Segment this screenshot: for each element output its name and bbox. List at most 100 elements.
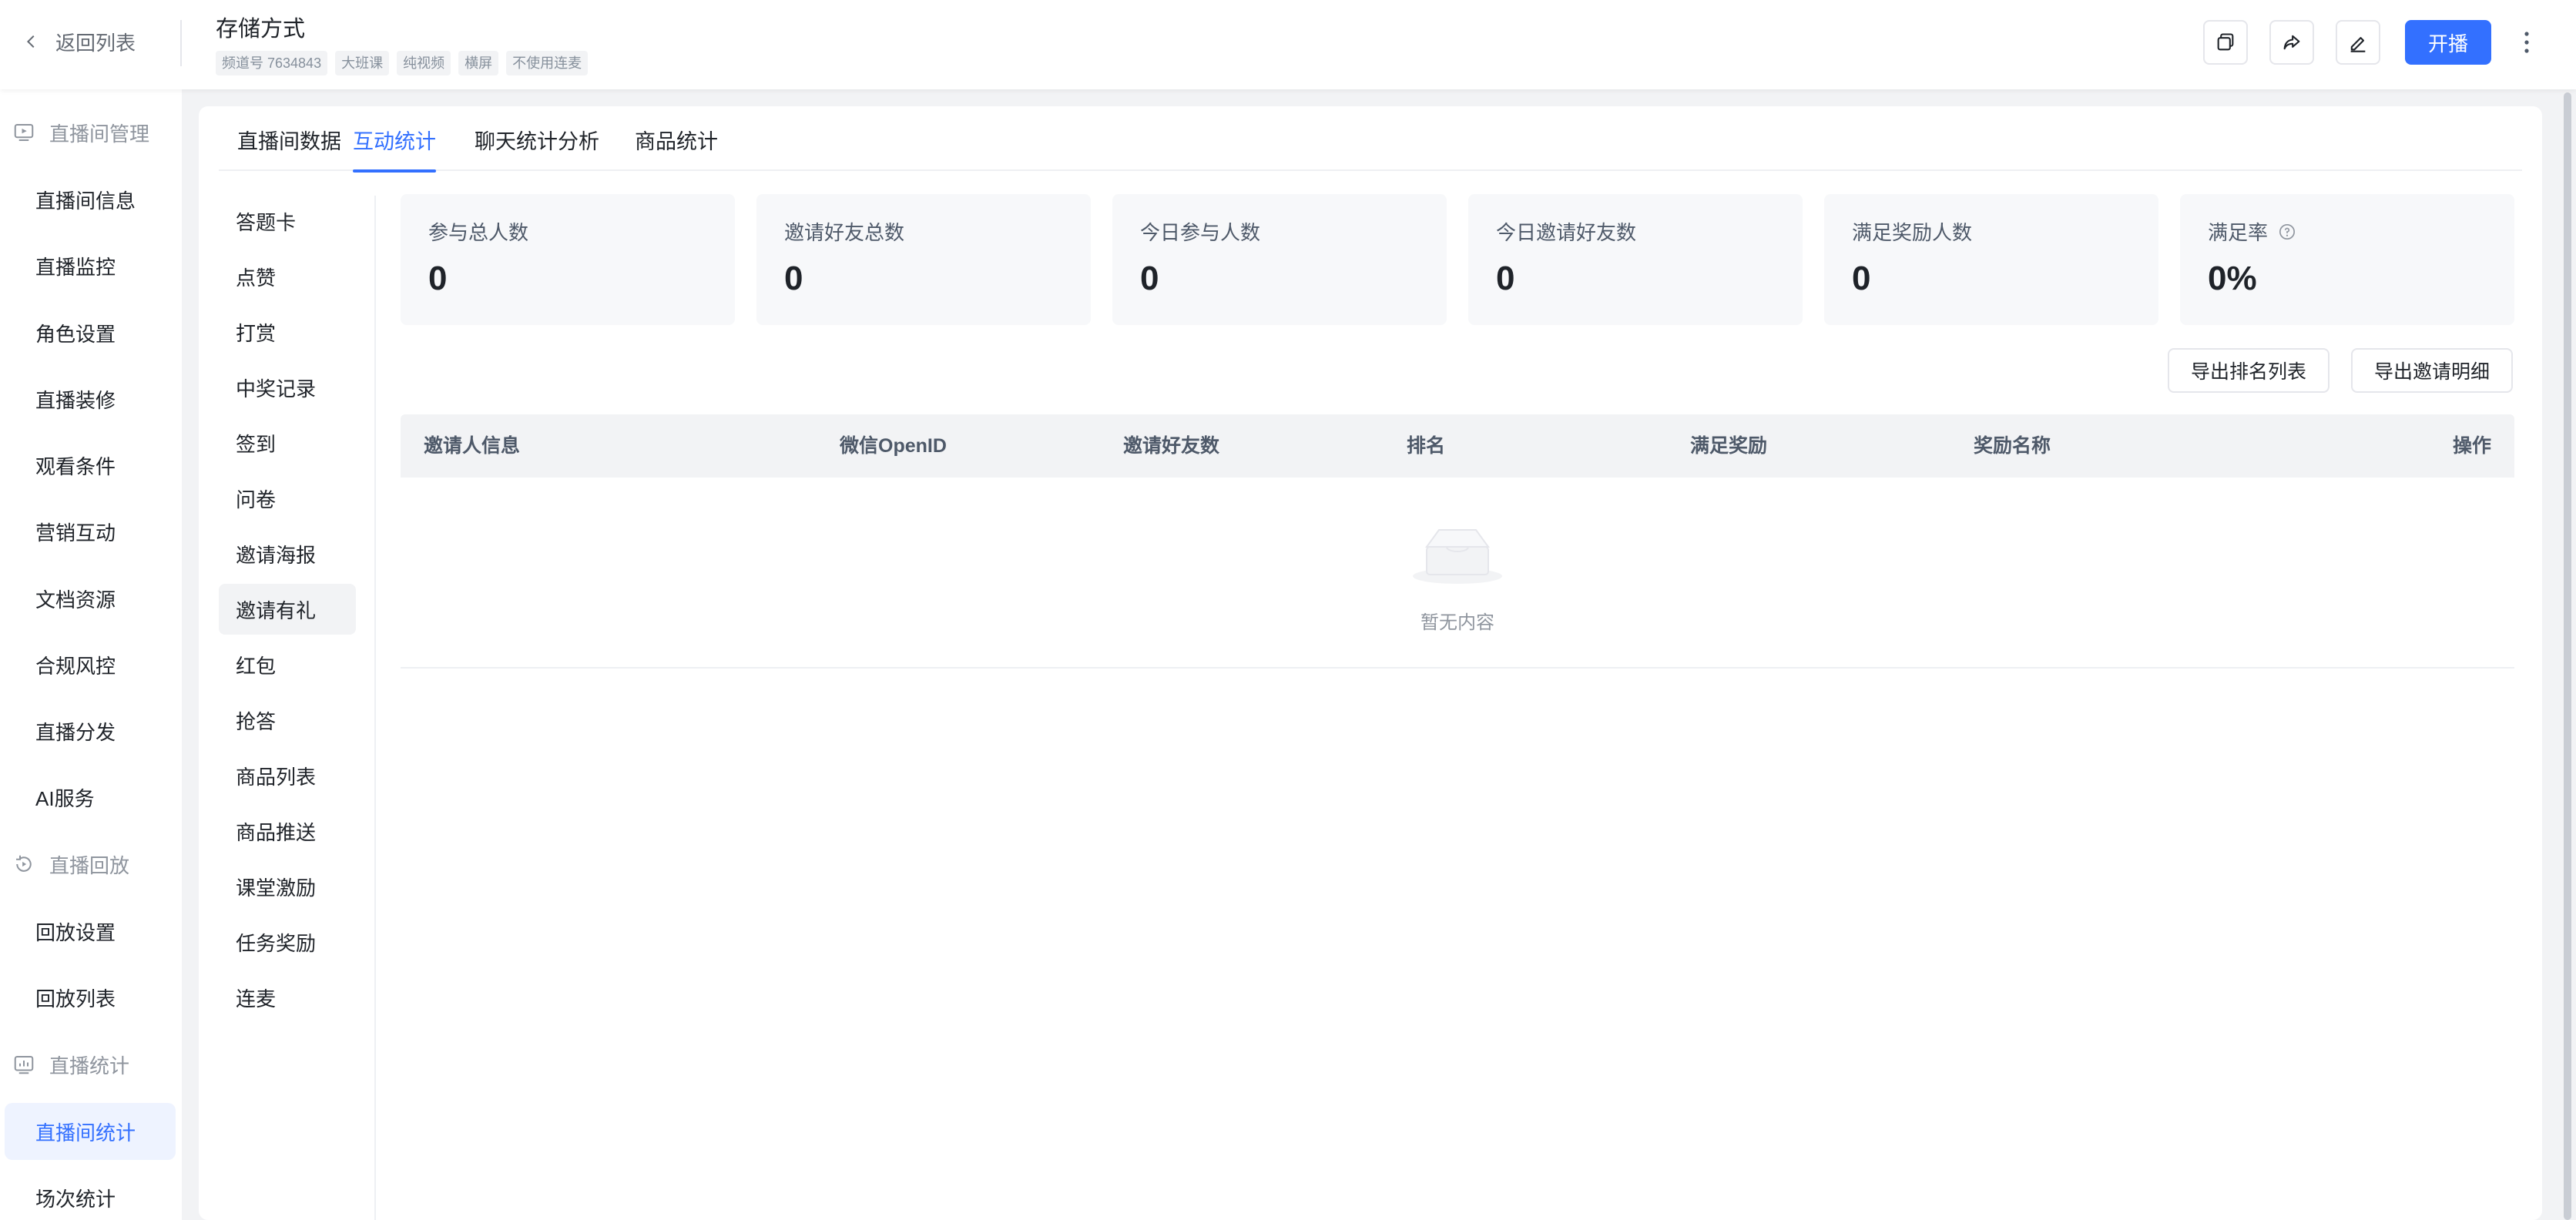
sidebar-item-monitor[interactable]: 直播监控 <box>0 237 176 294</box>
empty-text: 暂无内容 <box>1420 612 1494 633</box>
stat-label: 今日邀请好友数 <box>1496 221 1637 244</box>
tab-chat-analysis[interactable]: 聊天统计分析 <box>475 125 599 171</box>
tab-interaction-statistics[interactable]: 互动统计 <box>353 125 436 173</box>
table-header: 邀请人信息 微信OpenID 邀请好友数 排名 满足奖励 奖励名称 操作 <box>401 414 2514 478</box>
sidebar-item-replay-list[interactable]: 回放列表 <box>0 969 176 1026</box>
orientation-tag: 横屏 <box>458 51 499 75</box>
stat-label-with-help: 满足率 <box>2208 217 2487 246</box>
copy-button[interactable] <box>2202 20 2248 65</box>
channel-tags: 频道号 7634843 大班课 纯视频 横屏 不使用连麦 <box>216 51 589 75</box>
stat-label: 满足奖励人数 <box>1852 221 1973 244</box>
page-title: 存储方式 <box>216 17 306 42</box>
sidebar-item-session-statistics[interactable]: 场次统计 <box>0 1169 176 1220</box>
stat-value: 0 <box>1140 260 1159 297</box>
share-button[interactable] <box>2269 20 2314 65</box>
sub-item-class-incentive[interactable]: 课堂激励 <box>219 861 356 912</box>
sub-item-task-reward[interactable]: 任务奖励 <box>219 917 356 967</box>
mic-link-tag: 不使用连麦 <box>506 51 589 75</box>
start-live-button[interactable]: 开播 <box>2404 20 2491 65</box>
sub-item-product-push[interactable]: 商品推送 <box>219 806 356 856</box>
export-actions: 导出排名列表 导出邀请明细 <box>401 348 2514 393</box>
sidebar-item-marketing[interactable]: 营销互动 <box>0 503 176 560</box>
sub-item-reward[interactable]: 打赏 <box>219 307 356 357</box>
scene-tag: 大班课 <box>335 51 390 75</box>
stat-value: 0% <box>2208 260 2257 297</box>
sidebar-group-label: 直播统计 <box>49 1054 130 1078</box>
sub-item-product-list[interactable]: 商品列表 <box>219 750 356 801</box>
chevron-left-icon <box>26 35 35 49</box>
stat-card-today-participants: 今日参与人数 0 <box>1112 194 1447 325</box>
help-icon[interactable] <box>2279 223 2296 240</box>
sidebar-group-live-room: 直播间管理 <box>12 109 149 156</box>
sub-item-like[interactable]: 点赞 <box>219 251 356 302</box>
stat-value: 0 <box>1496 260 1515 297</box>
tab-room-data[interactable]: 直播间数据 <box>237 125 341 171</box>
edit-button[interactable] <box>2335 20 2380 65</box>
stat-label: 参与总人数 <box>428 221 529 244</box>
tab-product-statistics[interactable]: 商品统计 <box>635 125 718 171</box>
sub-item-red-packet[interactable]: 红包 <box>219 639 356 690</box>
stat-card-total-participants: 参与总人数 0 <box>401 194 735 325</box>
export-rank-list-button[interactable]: 导出排名列表 <box>2168 348 2330 393</box>
statistics-tabs: 直播间数据 互动统计 聊天统计分析 商品统计 <box>219 106 2522 173</box>
scrollbar-thumb[interactable] <box>2564 92 2571 1220</box>
stat-card-reward-qualified: 满足奖励人数 0 <box>1824 194 2158 325</box>
sub-item-answer-card[interactable]: 答题卡 <box>219 196 356 246</box>
column-header-openid: 微信OpenID <box>840 435 947 457</box>
stat-card-total-invited: 邀请好友总数 0 <box>756 194 1091 325</box>
top-header: 返回列表 存储方式 频道号 7634843 大班课 纯视频 横屏 不使用连麦 开… <box>0 0 2576 89</box>
sub-item-invite-gift[interactable]: 邀请有礼 <box>219 584 356 635</box>
sidebar-group-replay: 直播回放 <box>12 841 129 887</box>
stat-card-today-invited: 今日邀请好友数 0 <box>1468 194 1803 325</box>
stat-label: 今日参与人数 <box>1140 221 1261 244</box>
header-actions: 开播 <box>2202 20 2541 65</box>
stat-cards: 参与总人数 0 邀请好友总数 0 今日参与人数 0 今日邀请好友数 0 满足奖励… <box>401 194 2514 327</box>
sidebar-item-compliance[interactable]: 合规风控 <box>0 636 176 693</box>
stat-card-qualified-rate: 满足率 0% <box>2180 194 2514 325</box>
sub-item-lottery-records[interactable]: 中奖记录 <box>219 362 356 413</box>
sidebar-item-room-info[interactable]: 直播间信息 <box>0 171 176 228</box>
back-label: 返回列表 <box>55 31 136 55</box>
edit-icon <box>2350 37 2366 52</box>
stat-value: 0 <box>1852 260 1871 297</box>
page-scrollbar[interactable] <box>2562 92 2573 1220</box>
sidebar-item-documents[interactable]: 文档资源 <box>0 570 176 627</box>
sub-item-quick-answer[interactable]: 抢答 <box>219 695 356 746</box>
media-type-tag: 纯视频 <box>397 51 451 75</box>
export-invite-detail-button[interactable]: 导出邀请明细 <box>2351 348 2514 393</box>
sidebar-item-distribution[interactable]: 直播分发 <box>0 702 176 759</box>
left-sidebar: 直播间管理 直播间信息 直播监控 角色设置 直播装修 观看条件 营销互动 文档资… <box>0 89 182 1220</box>
column-header-inviter: 邀请人信息 <box>424 435 521 457</box>
sidebar-item-watch-conditions[interactable]: 观看条件 <box>0 437 176 494</box>
back-to-list-link[interactable]: 返回列表 <box>23 26 136 57</box>
invite-table: 邀请人信息 微信OpenID 邀请好友数 排名 满足奖励 奖励名称 操作 暂无内… <box>401 414 2514 669</box>
sub-item-mic-link[interactable]: 连麦 <box>219 972 356 1023</box>
empty-box-icon <box>1413 529 1502 584</box>
copy-icon <box>2217 33 2234 51</box>
sidebar-item-room-statistics[interactable]: 直播间统计 <box>5 1103 176 1160</box>
sidebar-group-label: 直播间管理 <box>49 122 150 146</box>
main-card: 直播间数据 互动统计 聊天统计分析 商品统计 答题卡 点赞 打赏 中奖记录 签到… <box>199 106 2542 1220</box>
stat-value: 0 <box>428 260 448 297</box>
replay-icon <box>16 855 32 872</box>
more-vertical-icon <box>2524 32 2529 53</box>
stat-label-text: 满足率 <box>2208 221 2269 244</box>
header-divider <box>180 20 182 66</box>
sub-item-invite-poster[interactable]: 邀请海报 <box>219 528 356 579</box>
column-header-actions: 操作 <box>2452 435 2491 457</box>
channel-title-block: 存储方式 频道号 7634843 大班课 纯视频 横屏 不使用连麦 <box>216 14 589 75</box>
sidebar-group-statistics: 直播统计 <box>12 1041 129 1088</box>
statistics-icon <box>14 1056 34 1074</box>
live-room-icon <box>14 124 34 141</box>
empty-state: 暂无内容 <box>401 478 2514 669</box>
sub-item-check-in[interactable]: 签到 <box>219 417 356 468</box>
sidebar-item-replay-settings[interactable]: 回放设置 <box>0 903 176 960</box>
sub-item-questionnaire[interactable]: 问卷 <box>219 473 356 524</box>
interaction-sub-menu: 答题卡 点赞 打赏 中奖记录 签到 问卷 邀请海报 邀请有礼 红包 抢答 商品列… <box>219 196 376 1220</box>
sidebar-item-ai-service[interactable]: AI服务 <box>0 769 176 826</box>
channel-id-tag: 频道号 7634843 <box>216 51 328 75</box>
sidebar-item-roles[interactable]: 角色设置 <box>0 304 176 361</box>
sidebar-item-decoration[interactable]: 直播装修 <box>0 370 176 427</box>
more-button[interactable] <box>2513 20 2541 65</box>
column-header-invited-count: 邀请好友数 <box>1123 435 1220 457</box>
